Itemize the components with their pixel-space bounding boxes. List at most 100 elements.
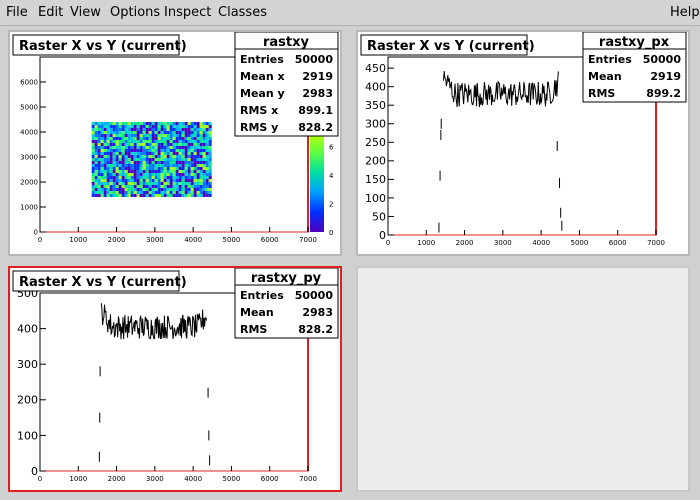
heatmap-cell xyxy=(157,140,161,143)
heatmap-cell xyxy=(139,137,143,140)
stats-name: rastxy xyxy=(263,35,310,50)
heatmap-cell xyxy=(118,149,122,152)
heatmap-cell xyxy=(157,158,161,161)
heatmap-cell xyxy=(136,128,140,131)
heatmap-cell xyxy=(148,140,152,143)
heatmap-cell xyxy=(142,149,146,152)
heatmap-cell xyxy=(193,149,197,152)
heatmap-cell xyxy=(97,185,101,188)
heatmap-cell xyxy=(163,155,167,158)
heatmap-cell xyxy=(175,155,179,158)
heatmap-cell xyxy=(115,182,119,185)
heatmap-cell xyxy=(196,155,200,158)
heatmap-cell xyxy=(178,155,182,158)
heatmap-cell xyxy=(184,128,188,131)
heatmap-cell xyxy=(181,137,185,140)
heatmap-cell xyxy=(97,137,101,140)
heatmap-cell xyxy=(121,194,125,197)
x-tick-label: 0 xyxy=(38,475,42,483)
heatmap-cell xyxy=(109,194,113,197)
heatmap-cell xyxy=(142,179,146,182)
heatmap-cell xyxy=(136,125,140,128)
heatmap-cell xyxy=(103,185,107,188)
heatmap-cell xyxy=(100,137,104,140)
heatmap-cell xyxy=(109,122,113,125)
heatmap-cell xyxy=(121,134,125,137)
heatmap-cell xyxy=(166,149,170,152)
heatmap-cell xyxy=(121,146,125,149)
heatmap-cell xyxy=(133,155,137,158)
heatmap-cell xyxy=(103,128,107,131)
heatmap-cell xyxy=(154,125,158,128)
heatmap-cell xyxy=(97,161,101,164)
pad-rastxy[interactable]: 0 1000 2000 3000 4000 5000 6000 7000 0 1000 2000 30… xyxy=(8,30,342,256)
stats-value: 2983 xyxy=(302,87,333,100)
heatmap-cell xyxy=(136,140,140,143)
heatmap-cell xyxy=(172,182,176,185)
stats-label: RMS xyxy=(240,323,267,336)
heatmap-cell xyxy=(160,176,164,179)
heatmap-cell xyxy=(157,128,161,131)
heatmap-cell xyxy=(106,122,110,125)
stats-label: Entries xyxy=(240,289,284,302)
heatmap-cell xyxy=(199,164,203,167)
heatmap-cell xyxy=(199,128,203,131)
heatmap-cell xyxy=(145,131,149,134)
menu-edit[interactable]: Edit xyxy=(38,5,63,20)
heatmap-cell xyxy=(133,134,137,137)
heatmap-cell xyxy=(151,191,155,194)
menu-help[interactable]: Help xyxy=(670,5,700,20)
menu-inspect[interactable]: Inspect xyxy=(164,5,211,20)
menu-file[interactable]: File xyxy=(6,5,28,20)
heatmap-cell xyxy=(160,173,164,176)
heatmap-cell xyxy=(160,158,164,161)
heatmap-cell xyxy=(142,137,146,140)
heatmap-cell xyxy=(91,185,95,188)
heatmap-cell xyxy=(91,155,95,158)
heatmap-cell xyxy=(172,161,176,164)
heatmap-cell xyxy=(172,149,176,152)
heatmap-cell xyxy=(163,173,167,176)
heatmap-cell xyxy=(133,161,137,164)
heatmap-cell xyxy=(169,122,173,125)
heatmap-cell xyxy=(178,146,182,149)
heatmap-cell xyxy=(160,185,164,188)
menu-view[interactable]: View xyxy=(70,5,101,20)
heatmap-cell xyxy=(187,140,191,143)
heatmap-cell xyxy=(118,137,122,140)
heatmap-cell xyxy=(157,170,161,173)
heatmap-cell xyxy=(94,167,98,170)
menu-classes[interactable]: Classes xyxy=(218,5,267,20)
heatmap-cell xyxy=(94,155,98,158)
heatmap-cell xyxy=(160,155,164,158)
heatmap-cell xyxy=(169,194,173,197)
heatmap-cell xyxy=(124,164,128,167)
heatmap-cell xyxy=(109,179,113,182)
heatmap-cell xyxy=(154,128,158,131)
pad-empty[interactable] xyxy=(356,266,690,492)
heatmap-cell xyxy=(205,155,209,158)
heatmap-cell xyxy=(148,131,152,134)
heatmap-cell xyxy=(169,125,173,128)
heatmap-cell xyxy=(136,134,140,137)
heatmap-cell xyxy=(178,194,182,197)
heatmap-cell xyxy=(118,125,122,128)
heatmap-cell xyxy=(208,128,212,131)
heatmap-cell xyxy=(184,176,188,179)
heatmap-cell xyxy=(115,134,119,137)
pad-rastxy-px[interactable]: 0 1000 2000 3000 4000 5000 6000 7000 0 50 100 150 20… xyxy=(356,30,690,256)
heatmap-cell xyxy=(142,134,146,137)
heatmap-cell xyxy=(130,176,134,179)
menu-options[interactable]: Options xyxy=(110,5,160,20)
heatmap-cell xyxy=(124,149,128,152)
pad-rastxy-py[interactable]: 0 1000 2000 3000 4000 5000 6000 7000 0 100 200 300 4… xyxy=(8,266,342,492)
heatmap-cell xyxy=(139,167,143,170)
heatmap-cell xyxy=(205,125,209,128)
heatmap-cell xyxy=(106,143,110,146)
heatmap-cell xyxy=(100,182,104,185)
heatmap-cell xyxy=(163,152,167,155)
heatmap-cell xyxy=(181,155,185,158)
x-tick-label: 7000 xyxy=(299,236,317,244)
heatmap-cell xyxy=(193,188,197,191)
heatmap-cell xyxy=(172,125,176,128)
